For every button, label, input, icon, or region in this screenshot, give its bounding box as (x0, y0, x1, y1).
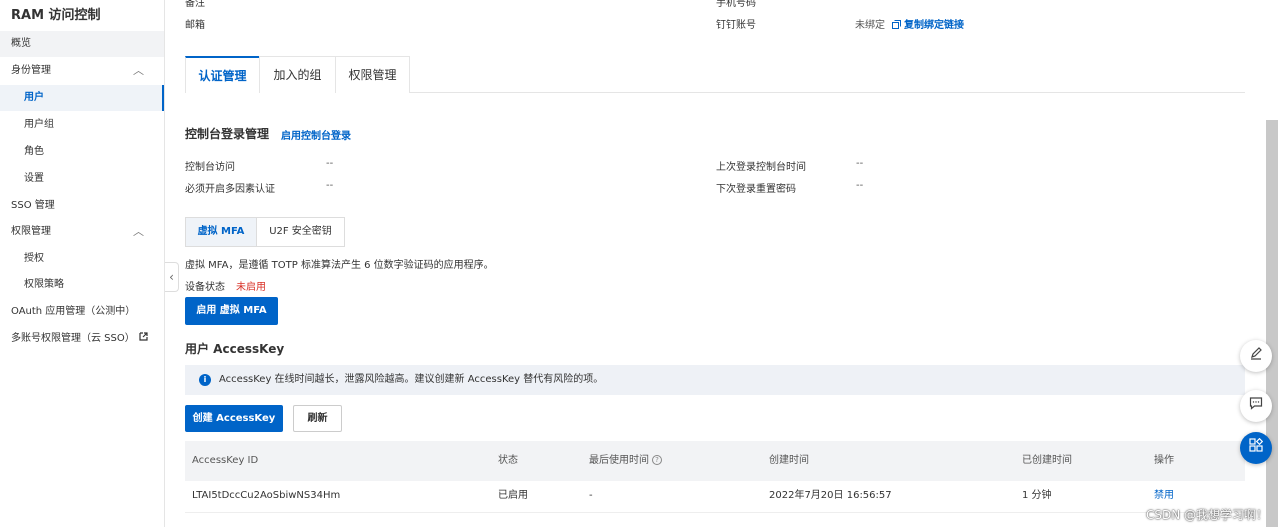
mfa-description: 虚拟 MFA，是遵循 TOTP 标准算法产生 6 位数字验证码的应用程序。 (185, 260, 494, 271)
sidebar-item-label: 概览 (11, 38, 31, 49)
sidebar-collapse-button[interactable]: ‹ (165, 262, 179, 292)
require-mfa-value: -- (326, 180, 334, 191)
console-access-label: 控制台访问 (185, 162, 235, 173)
tab-permissions[interactable]: 权限管理 (335, 56, 410, 93)
sidebar-item-label: 权限管理 (11, 226, 51, 237)
accesskey-last-used: - (589, 490, 593, 501)
tab-u2f-key[interactable]: U2F 安全密钥 (256, 217, 345, 247)
sidebar-item-sso[interactable]: SSO 管理 (0, 193, 164, 219)
sidebar-item-grants[interactable]: 授权 (0, 246, 164, 272)
sidebar-item-label: 多账号权限管理（云 SSO） (11, 333, 135, 344)
sidebar-item-label: 角色 (24, 146, 44, 157)
sidebar-item-label: 用户 (24, 92, 44, 103)
refresh-button[interactable]: 刷新 (293, 405, 342, 432)
sidebar-item-oauth[interactable]: OAuth 应用管理（公测中） (0, 299, 164, 325)
chevron-up-icon: ︿ (133, 225, 144, 238)
info-icon: i (199, 374, 211, 386)
accesskey-id: LTAI5tDccCu2AoSbiwNS34Hm (192, 490, 341, 501)
table-header: AccessKey ID 状态 最后使用时间? 创建时间 已创建时间 操作 (185, 441, 1245, 481)
column-header: 已创建时间 (1022, 455, 1072, 466)
sidebar-item-roles[interactable]: 角色 (0, 139, 164, 165)
column-header: 操作 (1154, 455, 1174, 466)
notice-text: AccessKey 在线时间越长，泄露风险越高。建议创建新 AccessKey … (219, 374, 604, 385)
enable-console-login-link[interactable]: 启用控制台登录 (281, 127, 351, 142)
pen-icon (1249, 347, 1263, 364)
require-mfa-label: 必须开启多因素认证 (185, 184, 275, 195)
device-status-value: 未启用 (236, 282, 266, 293)
sidebar-item-settings[interactable]: 设置 (0, 166, 164, 192)
watermark: CSDN @我想学习啊！ (1146, 508, 1269, 522)
remark-label: 备注 (185, 0, 205, 9)
accesskey-age: 1 分钟 (1022, 490, 1052, 501)
copy-bind-link-label: 复制绑定链接 (904, 20, 964, 31)
apps-icon (1249, 437, 1264, 456)
tab-virtual-mfa[interactable]: 虚拟 MFA (185, 217, 257, 247)
table-row: LTAI5tDccCu2AoSbiwNS34Hm 已启用 - 2022年7月20… (185, 481, 1245, 513)
column-header-last-used: 最后使用时间? (589, 441, 662, 481)
column-header: AccessKey ID (192, 455, 259, 466)
console-login-title: 控制台登录管理 (185, 127, 270, 141)
accesskey-title: 用户 AccessKey (185, 342, 285, 356)
sidebar-item-users[interactable]: 用户 (0, 85, 164, 111)
copy-bind-link[interactable]: 复制绑定链接 (892, 16, 964, 32)
dingtalk-value: 未绑定 (855, 20, 885, 31)
sidebar-group-identity[interactable]: 身份管理 ︿ (0, 58, 164, 84)
last-login-value: -- (856, 158, 864, 169)
reset-password-value: -- (856, 180, 864, 191)
main-content: 备注 手机号码 邮箱 钉钉账号 未绑定 复制绑定链接 认证管理 加入的组 权限管… (185, 0, 1245, 527)
column-header: 创建时间 (769, 455, 809, 466)
device-status-label: 设备状态 (185, 282, 225, 293)
chevron-up-icon: ︿ (133, 64, 144, 77)
sidebar-item-label: 身份管理 (11, 65, 51, 76)
copy-icon (892, 20, 901, 32)
sidebar-item-overview[interactable]: 概览 (0, 31, 164, 57)
chat-button[interactable] (1240, 390, 1272, 422)
sidebar-item-label: 设置 (24, 173, 44, 184)
sidebar-item-label: SSO 管理 (11, 200, 55, 211)
email-label: 邮箱 (185, 20, 205, 31)
reset-password-label: 下次登录重置密码 (716, 184, 796, 195)
sidebar-item-policies[interactable]: 权限策略 (0, 272, 164, 298)
apps-button[interactable] (1240, 432, 1272, 464)
sidebar-item-user-groups[interactable]: 用户组 (0, 112, 164, 138)
sidebar-group-permissions[interactable]: 权限管理 ︿ (0, 219, 164, 245)
accesskey-notice: i AccessKey 在线时间越长，泄露风险越高。建议创建新 AccessKe… (185, 365, 1245, 395)
external-link-icon (139, 326, 148, 352)
accesskey-created: 2022年7月20日 16:56:57 (769, 490, 892, 501)
tab-groups[interactable]: 加入的组 (259, 56, 336, 93)
accesskey-status: 已启用 (498, 490, 528, 501)
enable-virtual-mfa-button[interactable]: 启用 虚拟 MFA (185, 297, 278, 325)
sidebar-item-label: OAuth 应用管理（公测中） (11, 306, 136, 317)
tab-authentication[interactable]: 认证管理 (185, 56, 260, 93)
sidebar-item-cloud-sso[interactable]: 多账号权限管理（云 SSO） (0, 326, 164, 352)
create-accesskey-button[interactable]: 创建 AccessKey (185, 405, 283, 432)
column-header: 状态 (498, 455, 518, 466)
edit-feedback-button[interactable] (1240, 340, 1272, 372)
sidebar: RAM 访问控制 概览 身份管理 ︿ 用户 用户组 角色 设置 SSO 管理 权限… (0, 0, 165, 527)
phone-label: 手机号码 (716, 0, 756, 9)
app-title: RAM 访问控制 (11, 8, 101, 23)
last-login-label: 上次登录控制台时间 (716, 162, 806, 173)
detail-tabs: 认证管理 加入的组 权限管理 (185, 56, 1245, 93)
help-icon[interactable]: ? (652, 455, 662, 465)
console-access-value: -- (326, 158, 334, 169)
sidebar-item-label: 权限策略 (24, 279, 64, 290)
sidebar-item-label: 授权 (24, 253, 44, 264)
sidebar-item-label: 用户组 (24, 119, 54, 130)
chat-icon (1249, 397, 1263, 414)
dingtalk-label: 钉钉账号 (716, 20, 756, 31)
scrollbar[interactable] (1266, 120, 1278, 527)
